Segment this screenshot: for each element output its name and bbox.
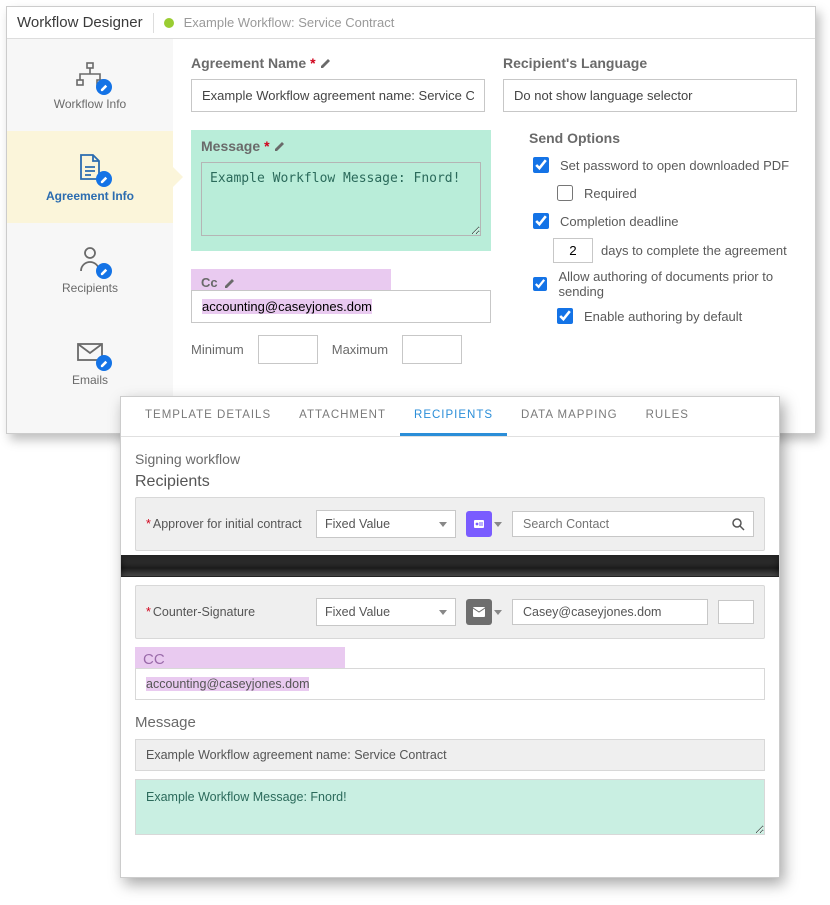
panel-header: Workflow Designer Example Workflow: Serv… [7,7,815,39]
send-options-title: Send Options [529,130,797,146]
chevron-down-icon[interactable] [494,522,502,527]
sidebar-item-emails[interactable]: Emails [7,315,173,407]
template-panel: TEMPLATE DETAILS ATTACHMENT RECIPIENTS D… [120,396,780,878]
message-body-textarea[interactable]: Example Workflow Message: Fnord! [135,779,765,835]
required-checkbox[interactable] [557,185,573,201]
tab-template-details[interactable]: TEMPLATE DETAILS [131,397,285,436]
cc-value: accounting@caseyjones.dom [146,677,309,691]
agreement-name-label: Agreement Name* [191,55,485,71]
maximum-input[interactable] [402,335,462,364]
agreement-name-input[interactable] [191,79,485,112]
sidebar-item-label: Agreement Info [46,189,134,203]
signing-workflow-title: Signing workflow [135,451,765,467]
recipient-row: *Counter-Signature Fixed Value [135,585,765,639]
chevron-down-icon [439,610,447,615]
app-title: Workflow Designer [17,14,143,31]
message-field-wrap: Message* Example Workflow Message: Fnord… [191,130,491,251]
cc-field-wrap: Cc [191,269,391,290]
recipient-type-dropdown[interactable]: Fixed Value [316,598,456,626]
tab-attachment[interactable]: ATTACHMENT [285,397,400,436]
deadline-label: Completion deadline [560,214,679,229]
contact-email-field[interactable] [521,604,699,620]
divider [153,13,154,33]
authoring-label: Allow authoring of documents prior to se… [558,269,797,299]
sidebar-item-label: Emails [72,373,108,387]
workflow-designer-panel: Workflow Designer Example Workflow: Serv… [6,6,816,434]
status-dot-icon [164,18,174,28]
pencil-icon[interactable] [224,277,236,289]
edit-badge-icon [96,171,112,187]
pencil-icon[interactable] [274,140,286,152]
required-label: Required [584,186,637,201]
minimum-input[interactable] [258,335,318,364]
row-divider [121,555,779,577]
recipient-language-select[interactable] [503,79,797,112]
pdf-password-label: Set password to open downloaded PDF [560,158,789,173]
recipient-label: Approver for initial contract [153,517,302,531]
sidebar-item-workflow-info[interactable]: Workflow Info [7,39,173,131]
recipient-label: Counter-Signature [153,605,255,619]
chevron-down-icon [439,522,447,527]
search-icon[interactable] [731,517,745,531]
cc-value: accounting@caseyjones.dom [202,299,372,314]
recipient-type-dropdown[interactable]: Fixed Value [316,510,456,538]
message-label: Message [201,138,260,154]
cc-label: Cc [201,275,218,290]
pdf-password-checkbox[interactable] [533,157,549,173]
edit-badge-icon [96,355,112,371]
edit-badge-icon [96,79,112,95]
tab-recipients[interactable]: RECIPIENTS [400,397,507,436]
agreement-info-form: Agreement Name* Recipient's Language [173,39,815,433]
days-suffix-label: days to complete the agreement [601,243,787,258]
tabs: TEMPLATE DETAILS ATTACHMENT RECIPIENTS D… [121,397,779,437]
cc-input[interactable]: accounting@caseyjones.dom [191,290,491,323]
contact-search-field[interactable] [521,516,725,532]
sidebar-item-label: Recipients [62,281,118,295]
deadline-checkbox[interactable] [533,213,549,229]
sidebar: Workflow Info Agreement Info [7,39,173,433]
cc-section-label: CC [135,647,345,668]
edit-badge-icon [96,263,112,279]
contact-type-icon[interactable] [466,599,492,625]
message-textarea[interactable]: Example Workflow Message: Fnord! [201,162,481,236]
sidebar-item-recipients[interactable]: Recipients [7,223,173,315]
contact-search-input[interactable] [512,511,754,537]
recipients-section-title: Recipients [135,473,765,491]
chevron-down-icon[interactable] [494,610,502,615]
days-input[interactable] [553,238,593,263]
authoring-default-checkbox[interactable] [557,308,573,324]
workflow-name: Example Workflow: Service Contract [184,15,395,30]
message-section-label: Message [135,714,765,731]
message-name-display: Example Workflow agreement name: Service… [135,739,765,771]
minimum-label: Minimum [191,342,244,357]
extra-box[interactable] [718,600,754,624]
sidebar-item-agreement-info[interactable]: Agreement Info [7,131,173,223]
contact-type-icon[interactable] [466,511,492,537]
tab-rules[interactable]: RULES [632,397,703,436]
recipient-language-label: Recipient's Language [503,55,797,71]
sidebar-item-label: Workflow Info [54,97,126,111]
contact-email-input[interactable] [512,599,708,625]
cc-section-input[interactable]: accounting@caseyjones.dom [135,668,765,700]
recipient-row: *Approver for initial contract Fixed Val… [135,497,765,551]
maximum-label: Maximum [332,342,388,357]
authoring-checkbox[interactable] [533,276,547,292]
tab-data-mapping[interactable]: DATA MAPPING [507,397,632,436]
authoring-default-label: Enable authoring by default [584,309,742,324]
pencil-icon[interactable] [320,57,332,69]
